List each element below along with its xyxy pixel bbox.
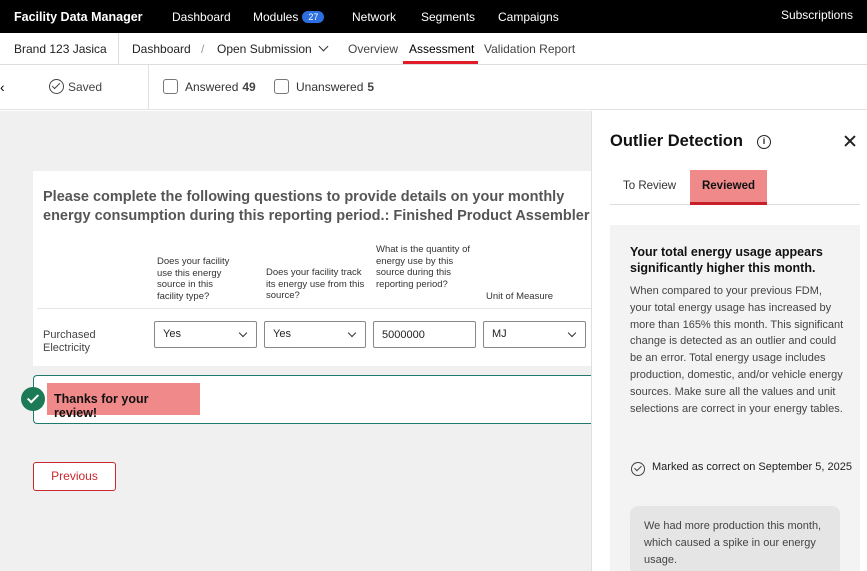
tab-overview[interactable]: Overview — [348, 42, 398, 56]
column-header: Does your facility track its energy use … — [266, 267, 365, 301]
review-message: Thanks for your review! — [47, 383, 200, 420]
nav-dashboard[interactable]: Dashboard — [172, 10, 231, 24]
nav-campaigns[interactable]: Campaigns — [498, 10, 559, 24]
chevron-down-icon — [318, 41, 329, 52]
unanswered-count: 5 — [367, 80, 375, 94]
unanswered-checkbox[interactable] — [274, 79, 289, 94]
question-card: Please complete the following questions … — [33, 171, 591, 366]
nav-segments[interactable]: Segments — [421, 10, 475, 24]
tab-to-review[interactable]: To Review — [623, 180, 676, 192]
chevron-down-icon — [567, 328, 577, 338]
check-circle-icon — [49, 79, 64, 94]
divider — [118, 33, 119, 65]
main-content: Please complete the following questions … — [0, 111, 591, 571]
breadcrumb-separator: / — [201, 42, 205, 56]
app-title[interactable]: Facility Data Manager — [14, 10, 143, 24]
panel-title: Outlier Detection — [610, 132, 743, 150]
check-circle-icon — [631, 462, 645, 476]
quantity-input[interactable]: 5000000 — [373, 321, 476, 348]
column-header: Does your facility use this energy sourc… — [157, 256, 230, 302]
unanswered-label: Unanswered — [296, 80, 364, 94]
tracks-source-value: Yes — [273, 328, 291, 340]
tab-assessment[interactable]: Assessment — [409, 42, 474, 56]
marked-correct-status: Marked as correct on September 5, 2025 — [652, 461, 852, 473]
status-bar: ‹ Saved Answered 49 Unanswered 5 — [0, 65, 867, 110]
submission-dropdown[interactable]: Open Submission — [217, 41, 329, 56]
tracks-source-select[interactable]: Yes — [264, 321, 366, 348]
outlier-description: When compared to your previous FDM, your… — [630, 285, 844, 415]
unanswered-filter[interactable]: Unanswered 5 — [296, 80, 374, 94]
answered-filter[interactable]: Answered 49 — [185, 80, 256, 94]
breadcrumb-dashboard[interactable]: Dashboard — [132, 42, 191, 56]
info-icon[interactable]: i — [757, 135, 771, 149]
active-tab-indicator — [690, 202, 767, 205]
question-title: Please complete the following questions … — [43, 189, 590, 224]
review-comment: We had more production this month, which… — [630, 506, 840, 571]
tab-validation-report[interactable]: Validation Report — [484, 42, 575, 56]
outlier-heading: Your total energy usage appears signific… — [630, 245, 823, 275]
close-icon[interactable] — [842, 133, 858, 149]
answered-label: Answered — [185, 80, 239, 94]
chevron-down-icon — [347, 328, 357, 338]
answered-count: 49 — [242, 80, 256, 94]
unit-select[interactable]: MJ — [483, 321, 586, 348]
divider — [148, 65, 149, 110]
saved-status: Saved — [68, 80, 103, 94]
column-header: Unit of Measure — [486, 291, 554, 302]
unit-value: MJ — [492, 328, 507, 340]
nav-subscriptions[interactable]: Subscriptions — [781, 8, 853, 22]
uses-source-select[interactable]: Yes — [154, 321, 257, 348]
nav-modules-label: Modules — [253, 10, 299, 24]
row-divider — [37, 308, 591, 309]
nav-modules[interactable]: Modules 27 — [253, 10, 325, 24]
answered-checkbox[interactable] — [163, 79, 178, 94]
tab-reviewed[interactable]: Reviewed — [690, 170, 767, 203]
check-circle-icon — [21, 387, 45, 411]
outlier-card: Your total energy usage appears signific… — [610, 225, 860, 571]
top-nav-bar: Facility Data Manager Dashboard Modules 2… — [0, 0, 867, 33]
submission-dropdown-label: Open Submission — [217, 42, 312, 56]
active-tab-indicator — [403, 61, 478, 64]
previous-button[interactable]: Previous — [33, 462, 116, 491]
nav-network[interactable]: Network — [352, 10, 396, 24]
back-chevron-icon[interactable]: ‹ — [0, 79, 5, 95]
chevron-down-icon — [238, 328, 248, 338]
uses-source-value: Yes — [163, 328, 181, 340]
brand-name: Brand 123 Jasica — [14, 42, 107, 56]
outlier-panel: Outlier Detection i To Review Reviewed Y… — [591, 111, 867, 571]
column-header: What is the quantity of energy use by th… — [376, 244, 470, 290]
breadcrumb-bar: Brand 123 Jasica Dashboard / Open Submis… — [0, 33, 867, 65]
row-label: Purchased Electricity — [43, 329, 96, 354]
modules-count-badge: 27 — [302, 11, 325, 23]
